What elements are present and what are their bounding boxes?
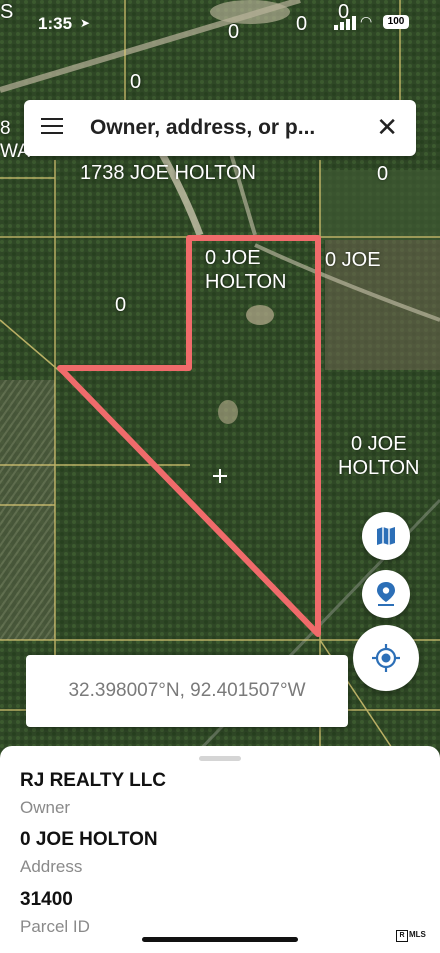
parcel-id-value: 31400 <box>20 889 73 910</box>
close-icon[interactable]: ✕ <box>376 112 398 143</box>
map-layers-icon <box>377 527 395 545</box>
wifi-icon: ◠ <box>360 13 373 29</box>
cellular-signal-icon <box>334 16 356 30</box>
map-label: 0 <box>115 294 127 316</box>
mls-watermark: R MLS <box>396 930 426 942</box>
my-location-button[interactable] <box>353 625 419 691</box>
map-layers-button[interactable] <box>362 512 410 560</box>
menu-icon[interactable] <box>41 118 63 136</box>
address-value: 0 JOE HOLTON <box>20 829 158 850</box>
search-input[interactable]: Owner, address, or p... <box>90 116 315 140</box>
owner-label: Owner <box>20 798 71 817</box>
status-time: 1:35 <box>38 14 73 33</box>
map-label-neighbor: 1738 JOE HOLTON <box>80 162 256 184</box>
map-label: 0 <box>130 71 142 93</box>
map-label-neighbor: 0 JOE <box>325 249 381 271</box>
parcel-info-sheet[interactable]: RJ REALTY LLC Owner 0 JOE HOLTON Address… <box>0 746 440 953</box>
drop-pin-button[interactable] <box>362 570 410 618</box>
address-label: Address <box>20 857 83 876</box>
sheet-grabber[interactable] <box>199 756 241 761</box>
my-location-icon <box>372 644 400 672</box>
owner-value: RJ REALTY LLC <box>20 770 167 791</box>
realtor-logo-icon: R <box>396 930 408 942</box>
home-indicator[interactable] <box>142 937 298 942</box>
search-bar[interactable]: Owner, address, or p... ✕ <box>24 100 416 156</box>
status-bar: 1:35 ➤ ◠ 100 <box>0 0 440 48</box>
location-arrow-icon: ➤ <box>80 16 91 30</box>
parcel-id-label: Parcel ID <box>20 917 90 936</box>
map-label: 0 <box>377 163 389 185</box>
map-label-neighbor: 0 JOE HOLTON <box>338 433 420 479</box>
location-pin-icon <box>377 582 395 606</box>
map-label-subject[interactable]: 0 JOE HOLTON <box>205 246 287 294</box>
coordinates-display[interactable]: 32.398007°N, 92.401507°W <box>26 655 348 727</box>
battery-icon: 100 <box>383 15 409 29</box>
